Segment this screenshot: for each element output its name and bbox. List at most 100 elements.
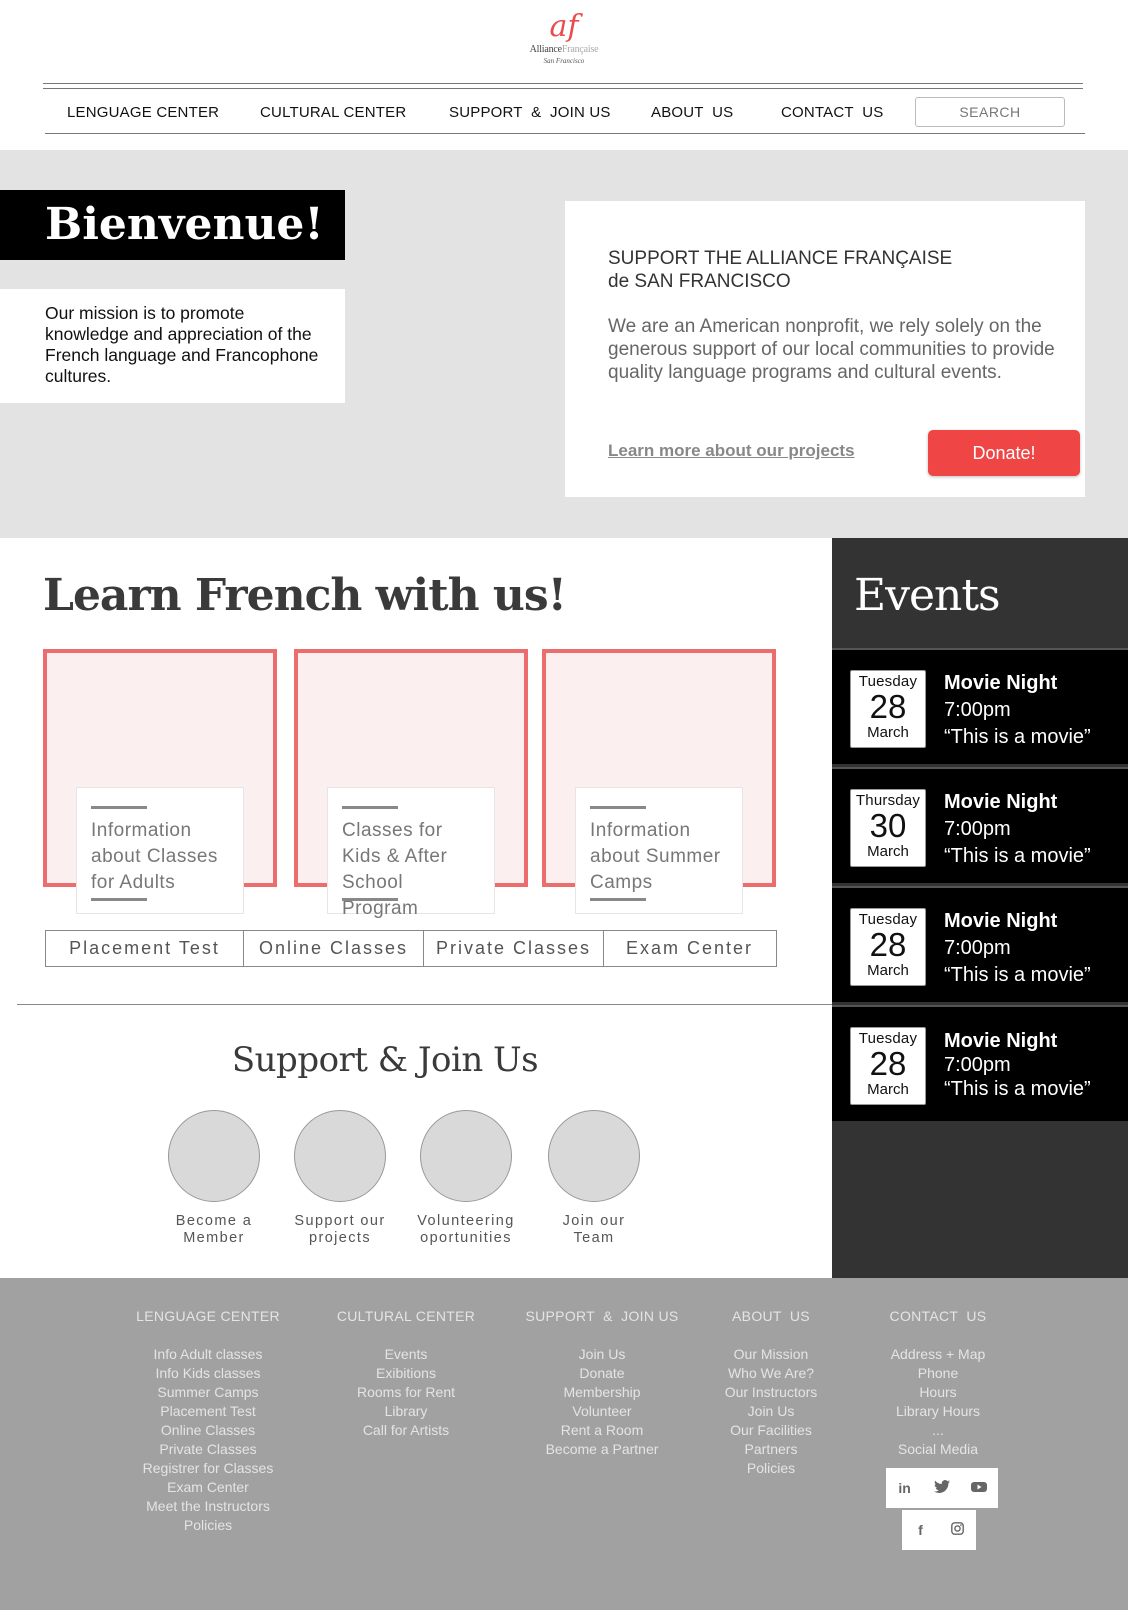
footer-heading: CONTACT US	[889, 1308, 987, 1324]
footer-heading: LENGUAGE CENTER	[136, 1308, 280, 1324]
mission-statement: Our mission is to promote knowledge and …	[0, 289, 345, 403]
footer-link[interactable]: Rooms for Rent	[306, 1383, 506, 1402]
instagram-icon[interactable]	[946, 1522, 970, 1538]
nav-cultural-center[interactable]: CULTURAL CENTER	[260, 104, 406, 121]
donate-button[interactable]: Donate!	[928, 430, 1080, 476]
kids-classes-card[interactable]: Classes for Kids & After School Program	[327, 787, 495, 919]
footer-link[interactable]: Placement Test	[108, 1402, 308, 1421]
section-divider	[17, 1004, 832, 1005]
hero-section: Bienvenue! Our mission is to promote kno…	[0, 150, 1128, 538]
support-title: SUPPORT THE ALLIANCE FRANÇAISE de SAN FR…	[608, 248, 953, 292]
support-card: SUPPORT THE ALLIANCE FRANÇAISE de SAN FR…	[565, 201, 1085, 497]
event-item[interactable]: Tuesday 28 March Movie Night 7:00pm “Thi…	[832, 1005, 1128, 1121]
event-date: Tuesday 28 March	[850, 670, 926, 748]
footer-link[interactable]: Library	[306, 1402, 506, 1421]
footer-link[interactable]: Social Media	[838, 1440, 1038, 1459]
card-label: Information about Classes for Adults	[91, 820, 218, 893]
team-image-placeholder	[548, 1110, 640, 1202]
circle-label: Support our projects	[294, 1213, 386, 1246]
footer-link[interactable]: Library Hours	[838, 1402, 1038, 1421]
footer-link[interactable]: Exam Center	[108, 1478, 308, 1497]
footer-column-contact: CONTACT US Address + Map Phone Hours Lib…	[838, 1308, 1038, 1459]
footer-link[interactable]: Policies	[108, 1516, 308, 1535]
event-info: Movie Night 7:00pm “This is a movie”	[944, 672, 1091, 748]
nav-underline	[45, 133, 1085, 134]
tab-placement-test[interactable]: Placement Test	[46, 931, 244, 966]
tab-online-classes[interactable]: Online Classes	[244, 931, 424, 966]
social-icons-row: in	[886, 1468, 998, 1508]
footer-link[interactable]: Meet the Instructors	[108, 1497, 308, 1516]
footer-link[interactable]: Policies	[671, 1459, 871, 1478]
projects-image-placeholder	[294, 1110, 386, 1202]
join-team-item[interactable]: Join our Team	[524, 1110, 664, 1247]
site-footer: LENGUAGE CENTER Info Adult classes Info …	[0, 1278, 1128, 1610]
footer-link[interactable]: Info Kids classes	[108, 1364, 308, 1383]
card-accent-bar	[590, 898, 646, 901]
footer-link[interactable]: Registrer for Classes	[108, 1459, 308, 1478]
support-join-heading: Support & Join Us	[231, 1040, 539, 1080]
footer-link[interactable]: Call for Artists	[306, 1421, 506, 1440]
event-info: Movie Night 7:00pm “This is a movie”	[944, 1030, 1091, 1100]
social-icons-row: f	[902, 1510, 976, 1550]
event-date: Tuesday 28 March	[850, 1027, 926, 1105]
nav-language-center[interactable]: LENGUAGE CENTER	[67, 104, 219, 121]
card-label: Classes for Kids & After School Program	[342, 820, 448, 919]
learn-french-heading: Learn French with us!	[43, 570, 567, 621]
event-item[interactable]: Tuesday 28 March Movie Night 7:00pm “Thi…	[832, 886, 1128, 1002]
learn-more-link[interactable]: Learn more about our projects	[608, 441, 855, 461]
footer-heading: CULTURAL CENTER	[336, 1308, 476, 1324]
footer-link[interactable]: Hours	[838, 1383, 1038, 1402]
tab-exam-center[interactable]: Exam Center	[604, 931, 775, 966]
logo-city: San Francisco	[543, 57, 585, 65]
card-accent-bar	[91, 898, 147, 901]
event-info: Movie Night 7:00pm “This is a movie”	[944, 910, 1091, 986]
event-item[interactable]: Tuesday 28 March Movie Night 7:00pm “Thi…	[832, 648, 1128, 764]
volunteering-item[interactable]: Volunteering oportunities	[396, 1110, 536, 1247]
youtube-icon[interactable]	[967, 1480, 991, 1496]
class-options-tabs: Placement Test Online Classes Private Cl…	[45, 930, 777, 967]
footer-link[interactable]: Summer Camps	[108, 1383, 308, 1402]
footer-link[interactable]: Exibitions	[306, 1364, 506, 1383]
event-item[interactable]: Thursday 30 March Movie Night 7:00pm “Th…	[832, 767, 1128, 883]
member-image-placeholder	[168, 1110, 260, 1202]
footer-link[interactable]: ...	[838, 1421, 1038, 1440]
footer-link[interactable]: Private Classes	[108, 1440, 308, 1459]
footer-link[interactable]: Phone	[838, 1364, 1038, 1383]
footer-column-language: LENGUAGE CENTER Info Adult classes Info …	[108, 1308, 308, 1535]
circle-label: Volunteering oportunities	[417, 1213, 515, 1246]
footer-column-cultural: CULTURAL CENTER Events Exibitions Rooms …	[306, 1308, 506, 1440]
linkedin-icon[interactable]: in	[893, 1480, 917, 1496]
main-nav: LENGUAGE CENTER CULTURAL CENTER SUPPORT …	[43, 96, 1083, 132]
site-header: af AllianceFrançaise San Francisco LENGU…	[0, 0, 1128, 150]
alliance-francaise-logo[interactable]: af AllianceFrançaise San Francisco	[510, 12, 618, 78]
summer-camps-card[interactable]: Information about Summer Camps	[575, 787, 743, 914]
event-date: Tuesday 28 March	[850, 908, 926, 986]
logo-name: AllianceFrançaise	[529, 44, 599, 55]
card-accent-bar	[91, 806, 147, 809]
footer-link[interactable]: Info Adult classes	[108, 1345, 308, 1364]
circle-label: Become a Member	[175, 1213, 253, 1246]
footer-link[interactable]: Address + Map	[838, 1345, 1038, 1364]
twitter-icon[interactable]	[930, 1479, 954, 1497]
support-body: We are an American nonprofit, we rely so…	[608, 316, 1055, 383]
facebook-icon[interactable]: f	[909, 1522, 933, 1538]
adult-classes-card[interactable]: Information about Classes for Adults	[76, 787, 244, 914]
card-accent-bar	[590, 806, 646, 809]
search-input[interactable]	[915, 97, 1065, 127]
header-divider	[43, 83, 1083, 84]
footer-link[interactable]: Events	[306, 1345, 506, 1364]
support-projects-item[interactable]: Support our projects	[270, 1110, 410, 1247]
become-member-item[interactable]: Become a Member	[144, 1110, 284, 1247]
card-label: Information about Summer Camps	[590, 820, 721, 893]
nav-contact-us[interactable]: CONTACT US	[781, 104, 883, 121]
nav-about-us[interactable]: ABOUT US	[651, 104, 733, 121]
tab-private-classes[interactable]: Private Classes	[424, 931, 604, 966]
card-accent-bar	[342, 898, 398, 901]
events-heading: Events	[854, 570, 1001, 621]
volunteer-image-placeholder	[420, 1110, 512, 1202]
event-info: Movie Night 7:00pm “This is a movie”	[944, 791, 1091, 867]
nav-support-join[interactable]: SUPPORT & JOIN US	[449, 104, 611, 121]
logo-mark: af	[549, 9, 579, 44]
footer-link[interactable]: Online Classes	[108, 1421, 308, 1440]
events-sidebar: Events Tuesday 28 March Movie Night 7:00…	[832, 538, 1128, 1278]
